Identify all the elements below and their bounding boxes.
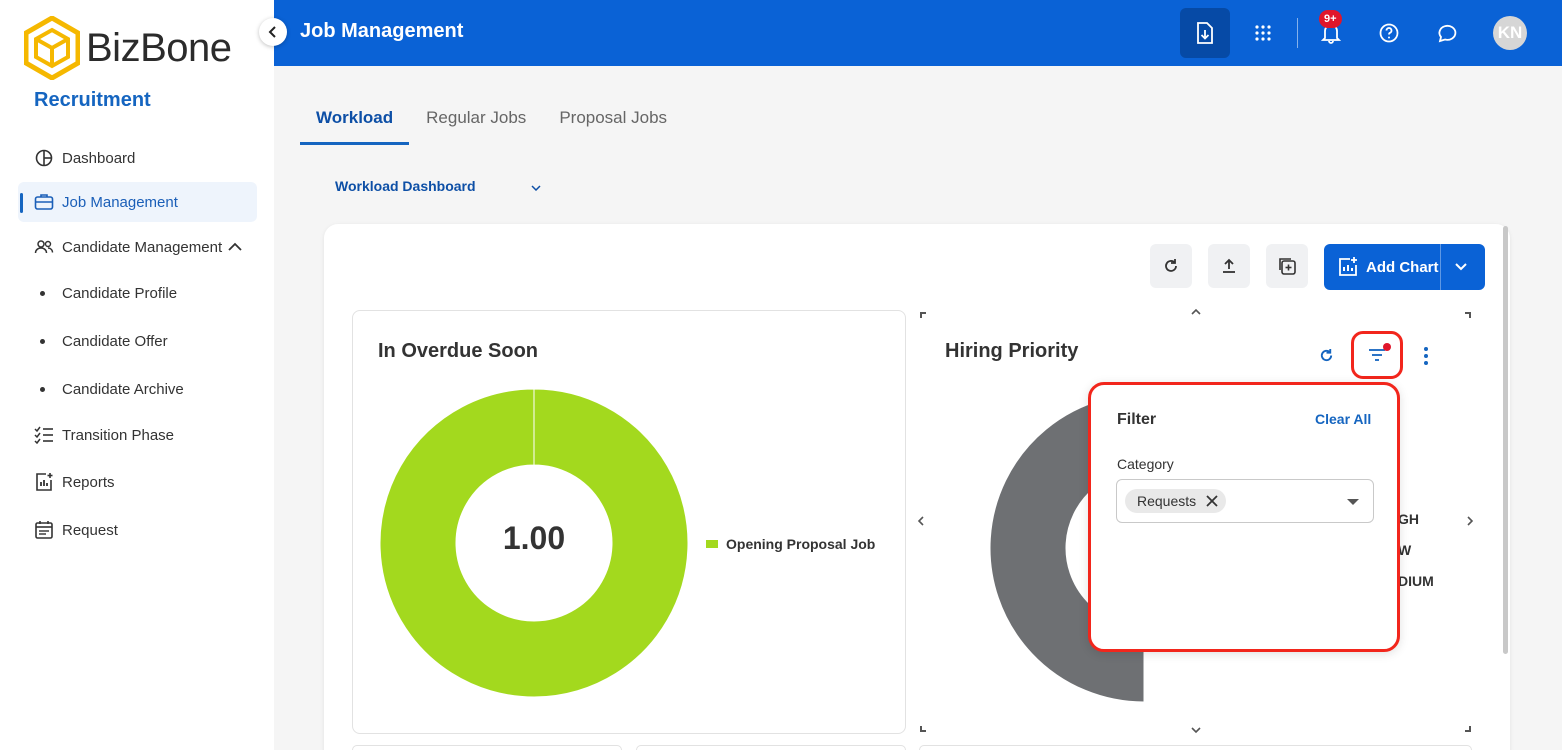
sidebar-item-dashboard[interactable]: Dashboard bbox=[18, 138, 257, 178]
resize-corner[interactable] bbox=[920, 312, 926, 318]
widget-card-partial bbox=[919, 745, 1472, 750]
chevron-down-icon[interactable] bbox=[1454, 258, 1468, 281]
more-vertical-icon[interactable] bbox=[1423, 346, 1429, 366]
sidebar-item-candidate-offer[interactable]: Candidate Offer bbox=[40, 333, 168, 350]
dashboard-selector-value: Workload Dashboard bbox=[335, 178, 476, 194]
bizbone-logo-icon bbox=[24, 16, 80, 80]
sidebar-item-label: Reports bbox=[62, 473, 115, 491]
chip-label: Requests bbox=[1137, 493, 1197, 509]
briefcase-icon bbox=[34, 192, 54, 212]
sidebar-item-candidate-management[interactable]: Candidate Management bbox=[18, 227, 257, 267]
divider bbox=[1440, 244, 1441, 290]
tab-regular-jobs[interactable]: Regular Jobs bbox=[410, 100, 542, 145]
add-chart-label: Add Chart bbox=[1366, 258, 1439, 276]
add-chart-button[interactable]: Add Chart bbox=[1324, 244, 1485, 290]
refresh-icon bbox=[1165, 259, 1177, 272]
filter-button-highlight[interactable] bbox=[1351, 331, 1403, 379]
bullet-icon bbox=[40, 339, 45, 344]
refresh-icon[interactable] bbox=[1319, 348, 1334, 363]
sidebar-item-label: Transition Phase bbox=[62, 426, 175, 444]
widget-card-partial bbox=[636, 745, 906, 750]
brand-logo[interactable]: BizBone bbox=[24, 16, 232, 80]
filter-chip: Requests bbox=[1125, 489, 1227, 513]
sidebar-item-label: Request bbox=[62, 521, 118, 539]
upload-icon bbox=[1223, 258, 1235, 273]
brand-name: BizBone bbox=[86, 25, 232, 70]
bullet-icon bbox=[40, 291, 45, 296]
legend-label: GH bbox=[1398, 511, 1419, 527]
legend-label: DIUM bbox=[1398, 573, 1434, 589]
resize-handle-left-icon[interactable] bbox=[917, 515, 925, 527]
refresh-dashboard-button[interactable] bbox=[1150, 244, 1192, 288]
divider bbox=[1297, 18, 1298, 48]
dropdown-caret-icon[interactable] bbox=[1347, 499, 1359, 505]
help-icon bbox=[1379, 23, 1399, 43]
download-file-icon bbox=[1197, 22, 1213, 44]
calendar-icon bbox=[34, 520, 54, 540]
sidebar-item-transition-phase[interactable]: Transition Phase bbox=[18, 415, 257, 455]
donut-center-value: 1.00 bbox=[502, 520, 566, 556]
chevron-down-icon bbox=[531, 178, 541, 194]
sidebar: BizBone Recruitment Dashboard Job Manage… bbox=[0, 0, 274, 750]
dashboard-icon bbox=[34, 148, 54, 168]
apps-grid-icon bbox=[1255, 25, 1271, 41]
dashboard-selector[interactable]: Workload Dashboard bbox=[335, 178, 541, 194]
top-bar: Job Management 9+ KN bbox=[274, 0, 1562, 66]
checklist-icon bbox=[34, 425, 54, 445]
sidebar-item-candidate-profile[interactable]: Candidate Profile bbox=[40, 285, 177, 302]
widget-title: In Overdue Soon bbox=[378, 340, 539, 362]
bullet-icon bbox=[40, 387, 45, 392]
sidebar-item-label: Job Management bbox=[62, 193, 178, 211]
tab-proposal-jobs[interactable]: Proposal Jobs bbox=[543, 100, 683, 145]
legend-label: Opening Proposal Job bbox=[726, 536, 876, 552]
page-title: Job Management bbox=[300, 20, 464, 42]
sidebar-item-candidate-archive[interactable]: Candidate Archive bbox=[40, 381, 184, 398]
sidebar-item-label: Candidate Profile bbox=[62, 285, 178, 302]
resize-handle-top-icon[interactable] bbox=[1190, 308, 1202, 316]
widget-title: Hiring Priority bbox=[945, 340, 1079, 362]
resize-corner[interactable] bbox=[920, 726, 926, 732]
resize-handle-bottom-icon[interactable] bbox=[1190, 726, 1202, 734]
export-button[interactable] bbox=[1208, 244, 1250, 288]
clear-all-link[interactable]: Clear All bbox=[1315, 411, 1371, 427]
help-button[interactable] bbox=[1368, 12, 1410, 54]
category-label: Category bbox=[1117, 456, 1174, 472]
duplicate-button[interactable] bbox=[1266, 244, 1308, 288]
chevron-left-icon bbox=[268, 26, 276, 38]
sidebar-item-label: Candidate Management bbox=[62, 238, 223, 256]
chat-icon bbox=[1438, 24, 1457, 43]
filter-popover: Filter Clear All Category Requests bbox=[1088, 382, 1400, 652]
collapse-sidebar-button[interactable] bbox=[259, 18, 287, 46]
chat-button[interactable] bbox=[1427, 12, 1469, 54]
close-icon[interactable] bbox=[1206, 495, 1218, 507]
resize-handle-right-icon[interactable] bbox=[1466, 515, 1474, 527]
avatar[interactable]: KN bbox=[1493, 16, 1527, 50]
report-icon bbox=[34, 472, 54, 492]
tab-bar: Workload Regular Jobs Proposal Jobs bbox=[300, 100, 684, 145]
chevron-up-icon[interactable] bbox=[227, 239, 243, 256]
sidebar-item-reports[interactable]: Reports bbox=[18, 462, 257, 502]
filter-title: Filter bbox=[1117, 411, 1157, 428]
widget-card-partial bbox=[352, 745, 622, 750]
sidebar-item-label: Candidate Offer bbox=[62, 333, 168, 350]
legend-swatch bbox=[706, 540, 718, 548]
apps-button[interactable] bbox=[1242, 12, 1284, 54]
tab-workload[interactable]: Workload bbox=[300, 100, 410, 145]
legend-item[interactable]: Opening Proposal Job bbox=[706, 536, 875, 552]
add-chart-icon bbox=[1338, 257, 1358, 277]
resize-corner[interactable] bbox=[1465, 312, 1471, 318]
category-select[interactable]: Requests bbox=[1116, 479, 1374, 523]
sidebar-item-job-management[interactable]: Job Management bbox=[18, 182, 257, 222]
add-copy-icon bbox=[1279, 258, 1296, 275]
download-button[interactable] bbox=[1180, 8, 1230, 58]
sidebar-item-request[interactable]: Request bbox=[18, 510, 257, 550]
people-icon bbox=[34, 237, 54, 257]
notification-badge: 9+ bbox=[1319, 10, 1342, 28]
scrollbar[interactable] bbox=[1503, 226, 1508, 654]
sidebar-item-label: Candidate Archive bbox=[62, 381, 184, 398]
module-name: Recruitment bbox=[34, 89, 151, 111]
sidebar-item-label: Dashboard bbox=[62, 149, 136, 167]
resize-corner[interactable] bbox=[1465, 726, 1471, 732]
